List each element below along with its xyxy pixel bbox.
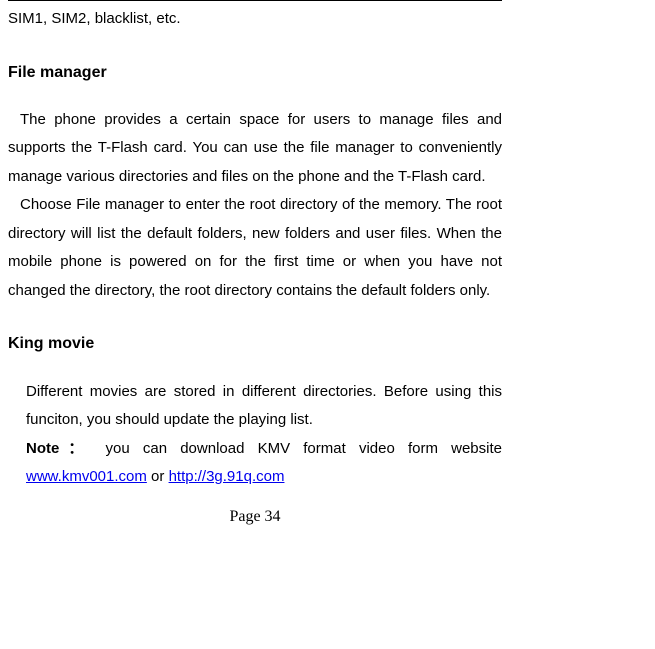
- note-label: Note：: [26, 440, 92, 457]
- heading-file-manager: File manager: [8, 58, 502, 88]
- link-kmv001[interactable]: www.kmv001.com: [26, 468, 147, 485]
- king-movie-note: Note： you can download KMV format video …: [26, 435, 502, 492]
- king-movie-para1: Different movies are stored in different…: [26, 378, 502, 435]
- note-text: you can download KMV format video form w…: [92, 440, 502, 457]
- link-3g91q[interactable]: http://3g.91q.com: [169, 468, 285, 485]
- continued-text: SIM1, SIM2, blacklist, etc.: [8, 5, 502, 34]
- mid-text: or: [147, 468, 169, 485]
- file-manager-para2: Choose File manager to enter the root di…: [8, 191, 502, 305]
- document-page: SIM1, SIM2, blacklist, etc. File manager…: [0, 0, 510, 532]
- heading-king-movie: King movie: [8, 329, 502, 359]
- page-number: Page 34: [8, 502, 502, 532]
- file-manager-para1: The phone provides a certain space for u…: [8, 106, 502, 192]
- king-movie-block: Different movies are stored in different…: [8, 378, 502, 492]
